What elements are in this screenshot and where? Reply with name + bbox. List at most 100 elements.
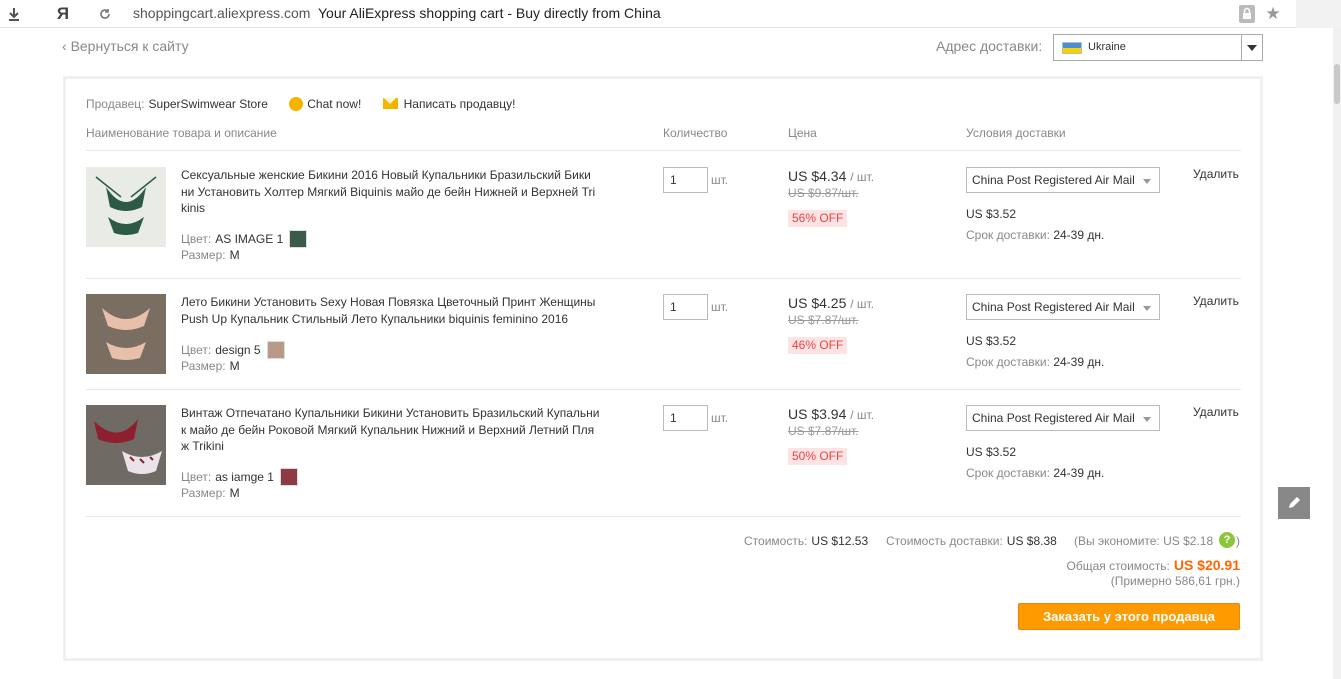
savings-value: US $2.18 [1163,534,1214,548]
discount-badge: 50% OFF [788,448,848,465]
product-title[interactable]: Винтаж Отпечатано Купальники Бикини Уста… [181,405,605,455]
product-image[interactable] [86,405,166,485]
savings-close-paren: ) [1236,534,1240,548]
old-price: US $9.87/шт. [788,186,859,200]
shipping-total-value: US $8.38 [1006,534,1057,548]
delete-item-link[interactable]: Удалить [1193,294,1239,308]
shipping-method-select[interactable]: China Post Registered Air Mail [966,167,1160,193]
ukraine-flag-icon [1062,42,1082,54]
size-value: M [229,359,240,373]
address-bar-url[interactable]: shoppingcart.aliexpress.com [133,5,310,21]
shipping-method-select[interactable]: China Post Registered Air Mail [966,294,1160,320]
divider [86,278,1241,279]
color-swatch [266,341,285,359]
chevron-down-icon [1143,306,1151,311]
shipping-cost: US $3.52 [966,445,1017,459]
quantity-unit: шт. [711,411,729,425]
chevron-down-icon [1143,417,1151,422]
seller-label: Продавец: [86,97,145,111]
savings-label: (Вы экономите: [1074,534,1160,548]
product-size: Размер: M [181,359,240,373]
product-size: Размер: M [181,486,240,500]
edit-pencil-button[interactable] [1278,487,1310,519]
product-size: Размер: M [181,248,240,262]
back-to-site-link[interactable]: ‹ Вернуться к сайту [62,38,189,54]
seller-name[interactable]: SuperSwimwear Store [149,97,268,111]
chat-now-link[interactable]: Chat now! [307,97,361,111]
shipping-total-label: Стоимость доставки: [886,534,1003,548]
delete-item-link[interactable]: Удалить [1193,405,1239,419]
column-header-quantity: Количество [663,126,728,140]
shipping-cost: US $3.52 [966,207,1017,221]
product-title[interactable]: Сексуальные женские Бикини 2016 Новый Ку… [181,167,605,217]
delivery-time: Срок доставки: 24-39 дн. [966,466,1104,480]
shipping-total: Стоимость доставки: US $8.38 [886,534,1057,548]
delivery-time: Срок доставки: 24-39 дн. [966,228,1104,242]
old-price: US $7.87/шт. [788,313,859,327]
subtotal-label: Стоимость: [744,534,808,548]
browser-toolbar: Я shoppingcart.aliexpress.com Your AliEx… [0,0,1341,28]
unit-price: US $4.25 / шт. [788,295,874,311]
price-value: US $4.25 [788,295,847,311]
delivery-time: Срок доставки: 24-39 дн. [966,355,1104,369]
subtotal-value: US $12.53 [811,534,869,548]
price-value: US $3.94 [788,406,847,422]
delete-item-link[interactable]: Удалить [1193,167,1239,181]
color-value: design 5 [215,343,261,357]
quantity-input[interactable] [663,294,708,320]
delivery-time-value: 24-39 дн. [1053,355,1105,369]
size-label: Размер: [181,486,226,500]
savings: (Вы экономите: US $2.18 [1074,534,1213,548]
reload-icon[interactable] [98,4,112,24]
seller-row: Продавец: SuperSwimwear Store Chat now! Н… [86,97,516,111]
quantity-unit: шт. [711,300,729,314]
price-per: / шт. [850,170,875,184]
price-per: / шт. [850,297,875,311]
chat-icon[interactable] [289,97,304,111]
lock-icon[interactable] [1238,4,1256,24]
delivery-time-value: 24-39 дн. [1053,466,1105,480]
scrollbar-thumb[interactable] [1334,64,1340,104]
size-value: M [229,486,240,500]
size-label: Размер: [181,248,226,262]
scrollbar[interactable] [1333,28,1341,679]
subtotal: Стоимость: US $12.53 [744,534,868,548]
product-image[interactable] [86,294,166,374]
chevron-down-icon[interactable] [1241,35,1262,60]
product-color: Цвет: as iamge 1 [181,468,298,486]
column-header-product: Наименование товара и описание [86,126,277,140]
help-icon[interactable]: ? [1219,532,1235,548]
pencil-icon [1289,497,1300,508]
product-title[interactable]: Лето Бикини Установить Sexy Новая Повязк… [181,294,605,327]
shipping-method-value: China Post Registered Air Mail [972,300,1135,314]
color-label: Цвет: [181,232,212,246]
order-from-seller-button[interactable]: Заказать у этого продавца [1018,603,1240,630]
shipping-method-select[interactable]: China Post Registered Air Mail [966,405,1160,431]
divider [86,150,1241,151]
envelope-icon[interactable] [382,98,398,109]
price-per: / шт. [850,408,875,422]
shipping-method-value: China Post Registered Air Mail [972,411,1135,425]
divider [86,389,1241,390]
back-link-label: Вернуться к сайту [70,38,189,54]
quantity-input[interactable] [663,167,708,193]
download-arrow-icon[interactable] [4,4,24,24]
delivery-time-value: 24-39 дн. [1053,228,1105,242]
product-image[interactable] [86,167,166,247]
delivery-address-label: Адрес доставки: [936,38,1043,54]
cart-panel: Продавец: SuperSwimwear Store Chat now! Н… [63,76,1263,661]
cart-item: Сексуальные женские Бикини 2016 Новый Ку… [66,153,1260,264]
quantity-input[interactable] [663,405,708,431]
unit-price: US $3.94 / шт. [788,406,874,422]
yandex-logo-icon[interactable]: Я [54,4,72,24]
product-color: Цвет: design 5 [181,341,285,359]
color-swatch [279,468,298,486]
message-seller-link[interactable]: Написать продавцу! [404,97,516,111]
grand-total-value: US $20.91 [1173,557,1240,573]
color-value: AS IMAGE 1 [215,232,284,246]
delivery-time-label: Срок доставки: [966,466,1050,480]
menu-tab-icon[interactable] [1296,0,1341,28]
bookmark-star-icon[interactable]: ★ [1264,4,1282,24]
approx-local-price: (Примерно 586,61 грн.) [1110,574,1240,588]
country-select[interactable]: Ukraine [1053,34,1263,61]
